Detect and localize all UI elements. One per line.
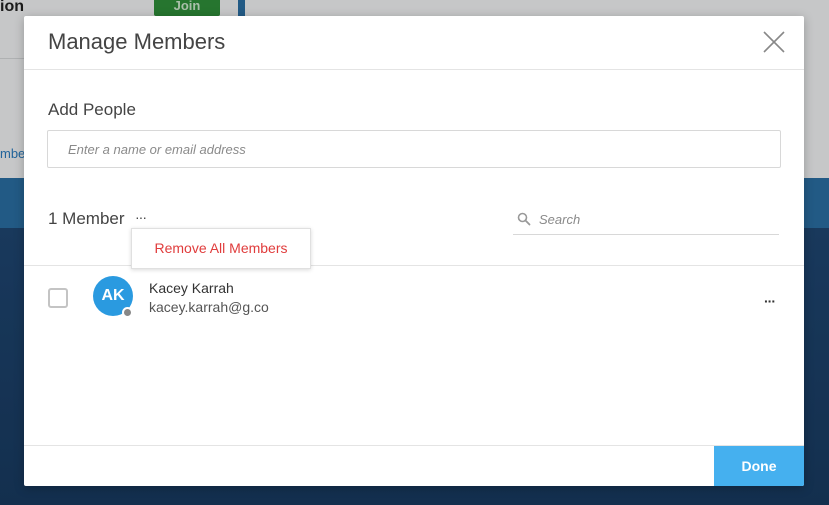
- done-button[interactable]: Done: [714, 446, 804, 486]
- modal-header: Manage Members: [24, 16, 804, 70]
- member-checkbox[interactable]: [48, 288, 68, 308]
- footer-divider: [24, 445, 804, 446]
- member-count-label: 1 Member: [48, 209, 125, 228]
- member-name: Kacey Karrah: [149, 280, 234, 296]
- search-icon: [517, 211, 531, 226]
- member-search: [513, 207, 779, 235]
- add-people-input[interactable]: [47, 130, 781, 168]
- member-more-options-icon[interactable]: ···: [764, 293, 776, 309]
- member-row: AK Kacey Karrah kacey.karrah@g.co ···: [24, 266, 804, 330]
- modal-title: Manage Members: [48, 29, 226, 54]
- remove-all-members-item[interactable]: Remove All Members: [132, 229, 310, 268]
- add-people-label: Add People: [48, 100, 136, 119]
- member-actions-dropdown: Remove All Members: [131, 228, 311, 269]
- more-options-icon[interactable]: ···: [135, 209, 147, 225]
- search-input[interactable]: [539, 207, 775, 231]
- manage-members-modal: Manage Members Add People 1 Member ··· A…: [24, 16, 804, 486]
- close-icon[interactable]: [762, 30, 786, 54]
- presence-status-dot: [122, 307, 133, 318]
- member-email: kacey.karrah@g.co: [149, 299, 269, 315]
